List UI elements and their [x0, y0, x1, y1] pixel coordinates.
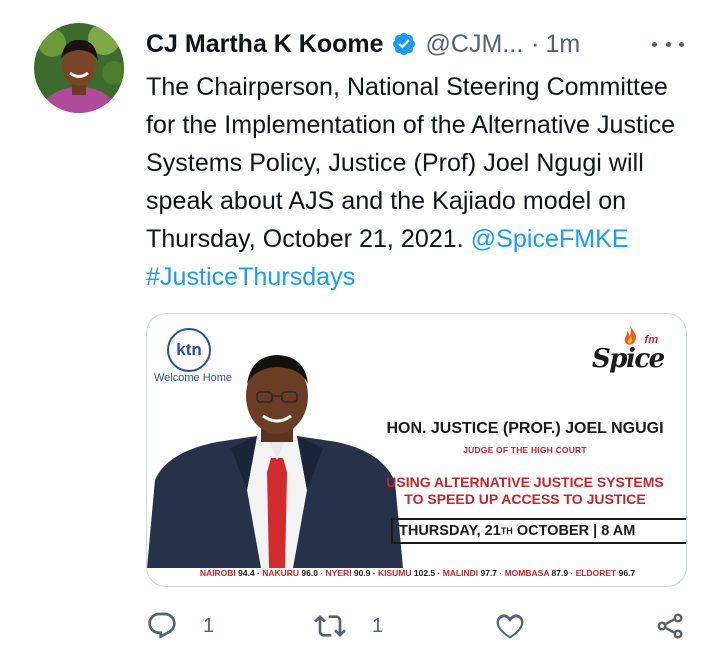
tweet-text: The Chairperson, National Steering Commi…: [146, 68, 694, 296]
hashtag-link[interactable]: #JusticeThursdays: [146, 263, 355, 291]
schedule-bar: THURSDAY, 21 TH OCTOBER | 8 AM: [391, 518, 686, 544]
schedule-day: THURSDAY, 21: [399, 523, 501, 539]
mention-link[interactable]: @SpiceFMKE: [471, 225, 629, 253]
verified-badge-icon: [391, 31, 417, 57]
retweet-button[interactable]: 1: [314, 610, 383, 642]
author-handle[interactable]: @CJM...: [426, 30, 524, 59]
spice-fm-logo-icon: fm Spice: [592, 326, 665, 378]
author-name[interactable]: CJ Martha K Koome: [146, 30, 384, 59]
station-city: MOMBASA: [504, 568, 552, 578]
tweet-media-image[interactable]: ktn Welcome Home fm Spice HON. JUSTICE (…: [146, 313, 687, 587]
station-frequencies: NAIROBI 94.4 · NAKURU 96.0 · NYERI 90.9 …: [147, 568, 686, 578]
station-item: ELDORET 96.7: [576, 568, 636, 578]
station-city: NYERI: [325, 568, 354, 578]
station-item: NYERI 90.9: [326, 568, 371, 578]
station-city: KISUMU: [377, 568, 414, 578]
topic-line-2: TO SPEED UP ACCESS TO JUSTICE: [404, 491, 646, 507]
station-frequency: 97.7: [480, 568, 498, 578]
station-frequency: 94.4: [238, 568, 255, 578]
station-city: NAIROBI: [199, 568, 239, 578]
reply-icon: [146, 610, 178, 642]
avatar[interactable]: [34, 23, 124, 113]
station-item: NAKURU 96.0: [262, 568, 318, 578]
station-frequency: 102.5: [413, 568, 436, 578]
station-city: ELDORET: [575, 568, 619, 578]
station-separator: ·: [435, 568, 443, 578]
topic-line-1: USING ALTERNATIVE JUSTICE SYSTEMS: [386, 474, 664, 490]
guest-title: JUDGE OF THE HIGH COURT: [463, 445, 587, 455]
station-separator: ·: [568, 568, 576, 578]
station-frequency: 90.9: [353, 568, 371, 578]
schedule-day-suffix: TH: [500, 526, 513, 536]
timestamp[interactable]: 1m: [545, 30, 580, 59]
reply-count: 1: [203, 614, 215, 637]
more-options-icon[interactable]: [652, 32, 684, 56]
retweet-icon: [314, 610, 346, 642]
retweet-count: 1: [372, 614, 384, 637]
station-city: MALINDI: [442, 568, 481, 578]
station-separator: ·: [497, 568, 505, 578]
share-icon: [654, 610, 686, 642]
station-item: NAIROBI 94.4: [200, 568, 255, 578]
share-button[interactable]: [654, 610, 686, 642]
spice-logo-text: Spice: [592, 344, 665, 374]
station-separator: ·: [317, 568, 326, 578]
station-city: NAKURU: [262, 568, 302, 578]
station-frequency: 96.0: [301, 568, 318, 578]
station-frequency: 87.9: [551, 568, 569, 578]
show-topic: USING ALTERNATIVE JUSTICE SYSTEMS TO SPE…: [367, 474, 683, 508]
station-item: MOMBASA 87.9: [505, 568, 568, 578]
station-item: KISUMU 102.5: [378, 568, 435, 578]
tweet-action-bar: 1 1: [146, 610, 690, 650]
schedule-time: OCTOBER | 8 AM: [512, 523, 636, 539]
reply-button[interactable]: 1: [146, 610, 214, 642]
like-button[interactable]: [494, 610, 526, 642]
separator-dot: ·: [531, 29, 540, 58]
station-separator: ·: [370, 568, 378, 578]
tweet-header: CJ Martha K Koome @CJM... · 1m: [146, 24, 700, 64]
guest-name: HON. JUSTICE (PROF.) JOEL NGUGI: [386, 420, 664, 437]
station-item: MALINDI 97.7: [443, 568, 497, 578]
like-icon: [494, 610, 526, 642]
station-frequency: 96.7: [618, 568, 636, 578]
